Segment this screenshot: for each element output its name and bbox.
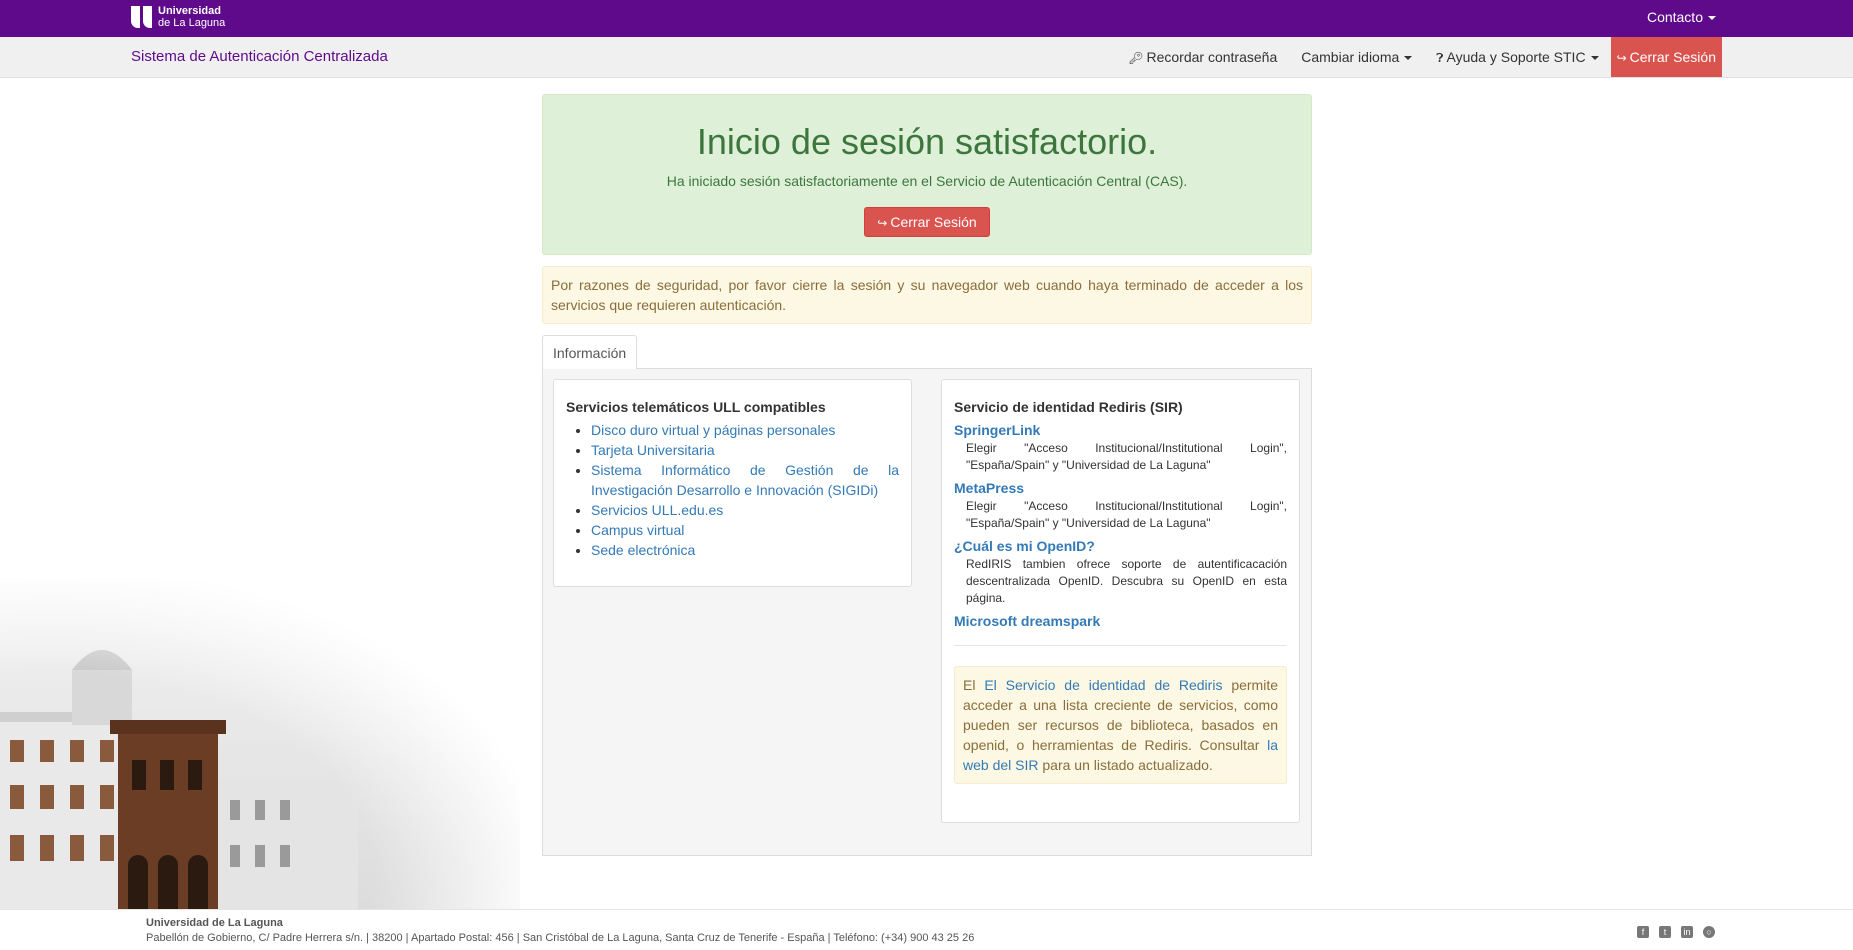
list-item: Campus virtual (591, 520, 899, 540)
service-link[interactable]: Sede electrónica (591, 542, 695, 558)
recordar-contrasena-link[interactable]: 🔑︎ Recordar contraseña (1116, 37, 1289, 77)
ayuda-soporte-dropdown[interactable]: ❓︎ Ayuda y Soporte STIC (1424, 37, 1610, 77)
success-message: Ha iniciado sesión satisfactoriamente en… (666, 173, 1188, 189)
list-item: Servicios ULL.edu.es (591, 500, 899, 520)
success-title: Inicio de sesión satisfactorio. (696, 121, 1158, 162)
twitter-icon[interactable]: t (1659, 926, 1671, 938)
secondary-navbar: Sistema de Autenticación Centralizada 🔑︎… (0, 37, 1853, 78)
service-link[interactable]: Disco duro virtual y páginas personales (591, 422, 835, 438)
ull-services-list: Disco duro virtual y páginas personales … (566, 420, 899, 560)
list-item: Sistema Informático de Gestión de la Inv… (591, 460, 899, 500)
sir-panel: Servicio de identidad Rediris (SIR) Spri… (941, 379, 1300, 823)
sign-out-icon: ↪ (1616, 51, 1627, 65)
main-content: Inicio de sesión satisfactorio. Ha inici… (542, 94, 1312, 856)
globe-icon[interactable]: ○ (1703, 926, 1715, 938)
sir-title: Servicio de identidad Rediris (SIR) (954, 399, 1183, 415)
sir-item: ¿Cuál es mi OpenID? RedIRIS tambien ofre… (954, 536, 1287, 607)
info-tabs: Información (542, 335, 1312, 370)
ull-logo-mark (131, 6, 152, 28)
footer-university-name: Universidad de La Laguna (146, 917, 283, 929)
top-bar: Universidad de La Laguna Contacto (0, 0, 1853, 37)
contacto-label: Contacto (1646, 9, 1703, 25)
navbar-cerrar-sesion-button[interactable]: ↪ Cerrar Sesión (1610, 37, 1722, 77)
sir-item-desc: Elegir "Acceso Institucional/Institution… (966, 441, 1287, 472)
navbar-brand[interactable]: Sistema de Autenticación Centralizada (131, 37, 388, 77)
ull-services-title: Servicios telemáticos ULL compatibles (566, 399, 826, 415)
dreamspark-link[interactable]: Microsoft dreamspark (954, 613, 1100, 629)
tab-informacion[interactable]: Información (542, 335, 638, 370)
list-item: Sede electrónica (591, 540, 899, 560)
caret-down-icon (1404, 56, 1413, 61)
service-link[interactable]: Tarjeta Universitaria (591, 442, 715, 458)
caret-down-icon (1708, 16, 1716, 21)
cambiar-idioma-dropdown[interactable]: Cambiar idioma (1289, 37, 1424, 77)
sir-item: SpringerLink Elegir "Acceso Instituciona… (954, 420, 1287, 474)
linkedin-icon[interactable]: in (1681, 926, 1693, 938)
sir-service-link[interactable]: El Servicio de identidad de Rediris (984, 677, 1222, 693)
list-item: Disco duro virtual y páginas personales (591, 420, 899, 440)
sign-out-icon: ↪ (877, 216, 888, 230)
footer-address: Pabellón de Gobierno, C/ Padre Herrera s… (146, 932, 975, 944)
springerlink-link[interactable]: SpringerLink (954, 422, 1040, 438)
facebook-icon[interactable]: f (1637, 926, 1649, 938)
caret-down-icon (1590, 56, 1599, 61)
ull-services-panel: Servicios telemáticos ULL compatibles Di… (553, 379, 912, 587)
list-item: Tarjeta Universitaria (591, 440, 899, 460)
sir-item-desc: RedIRIS tambien ofrece soporte de autent… (966, 557, 1287, 605)
sir-item: MetaPress Elegir "Acceso Institucional/I… (954, 478, 1287, 532)
success-alert: Inicio de sesión satisfactorio. Ha inici… (542, 94, 1312, 255)
sir-item: Microsoft dreamspark (954, 611, 1287, 631)
logo-line1: Universidad (158, 5, 221, 17)
tab-panel-informacion: Servicios telemáticos ULL compatibles Di… (542, 369, 1312, 856)
navbar-links: 🔑︎ Recordar contraseña Cambiar idioma ❓︎ A… (1116, 37, 1722, 77)
contacto-dropdown[interactable]: Contacto (1647, 0, 1716, 37)
sir-info-note: El El Servicio de identidad de Rediris p… (954, 666, 1287, 784)
service-link[interactable]: Servicios ULL.edu.es (591, 502, 723, 518)
service-link[interactable]: Campus virtual (591, 522, 684, 538)
security-warning: Por razones de seguridad, por favor cier… (542, 266, 1312, 324)
footer: Universidad de La Laguna Pabellón de Gob… (0, 909, 1853, 950)
key-icon: 🔑︎ (1128, 51, 1144, 65)
logo-line2: de La Laguna (158, 17, 226, 29)
service-link[interactable]: Sistema Informático de Gestión de la Inv… (591, 462, 899, 498)
question-circle-icon: ❓︎ (1436, 51, 1444, 65)
cerrar-sesion-button[interactable]: ↪ Cerrar Sesión (864, 207, 990, 237)
sir-item-desc: Elegir "Acceso Institucional/Institution… (966, 499, 1287, 530)
metapress-link[interactable]: MetaPress (954, 480, 1024, 496)
divider (954, 645, 1287, 646)
social-links: f t in ○ (1637, 926, 1715, 938)
university-building-image (0, 580, 520, 910)
university-logo[interactable]: Universidad de La Laguna (131, 5, 225, 29)
openid-link[interactable]: ¿Cuál es mi OpenID? (954, 538, 1095, 554)
